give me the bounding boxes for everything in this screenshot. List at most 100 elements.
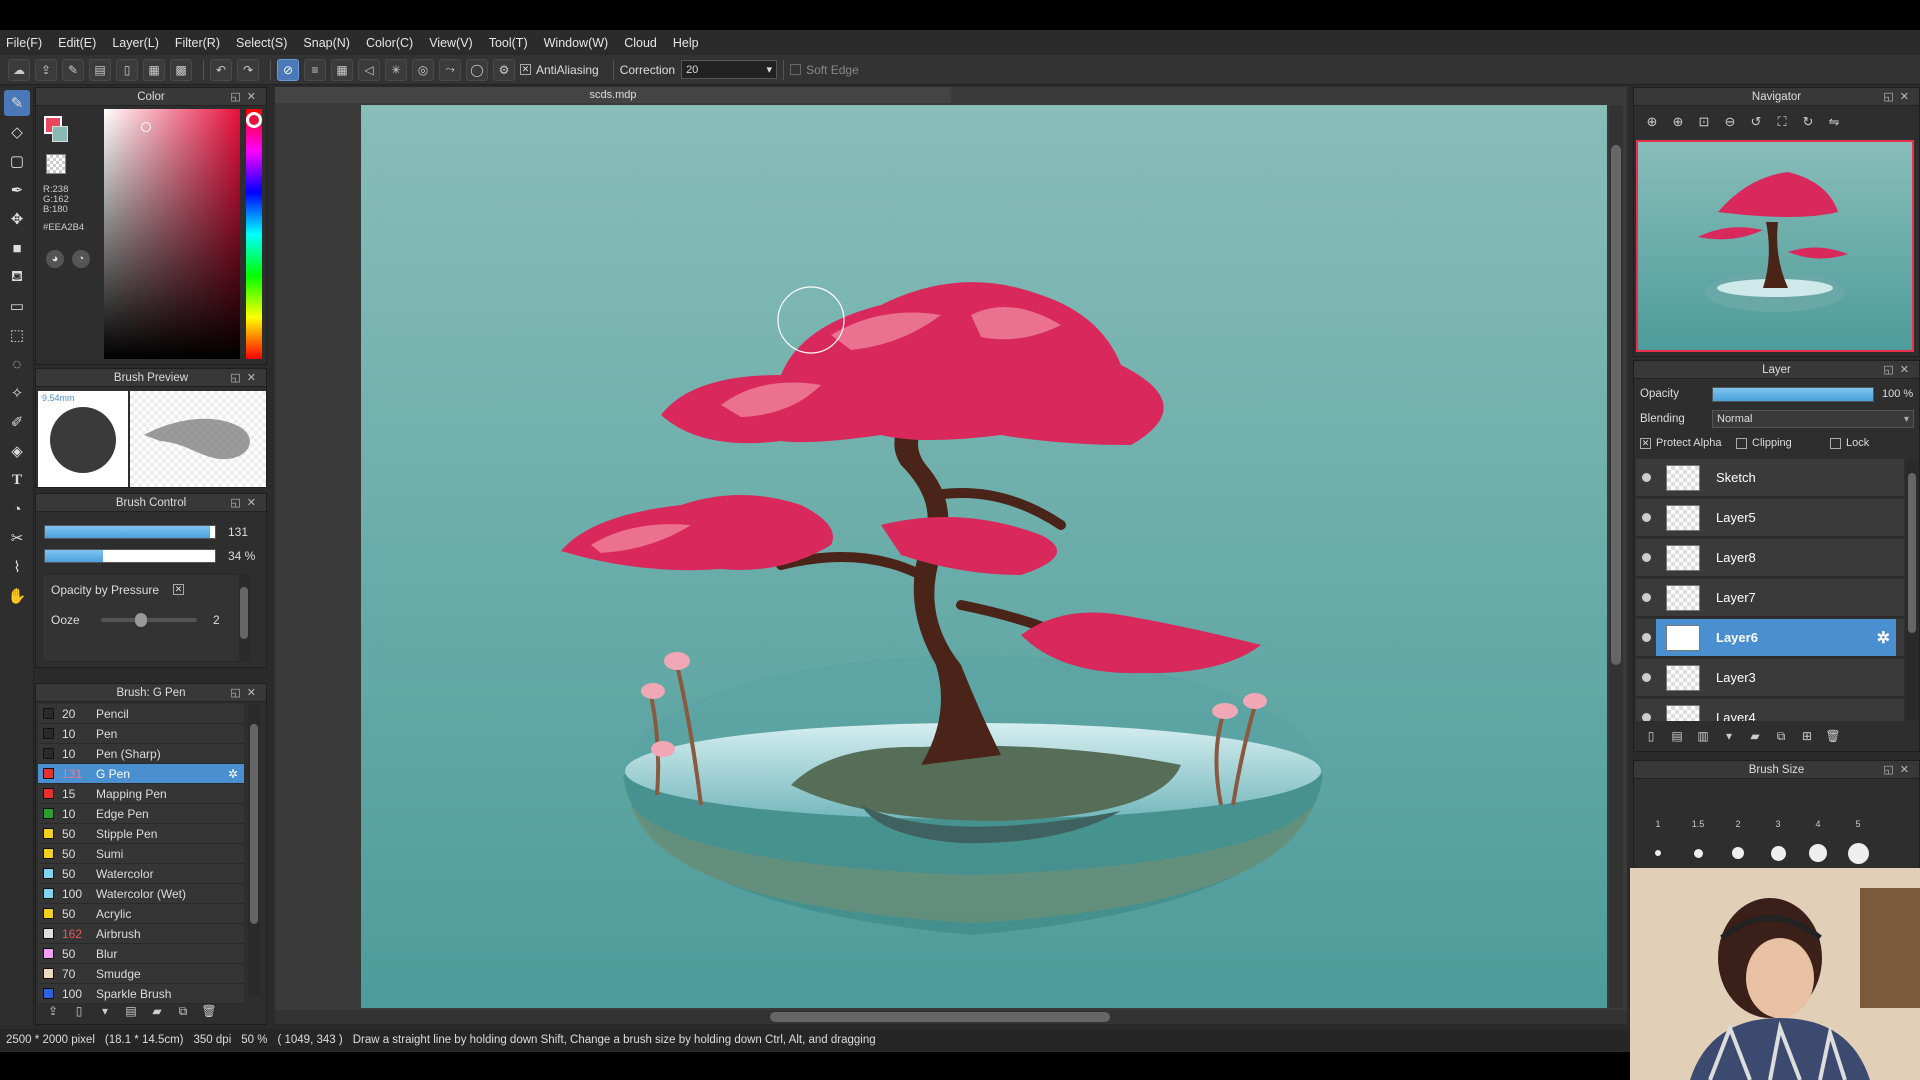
rotate-right-icon[interactable]: ↻ — [1798, 112, 1818, 132]
layer-row-selected[interactable]: Layer6 ✲ — [1636, 619, 1904, 657]
brush-list-scroll-thumb[interactable] — [250, 724, 258, 924]
menu-select[interactable]: Select(S) — [236, 36, 287, 50]
visibility-eye-icon[interactable] — [1642, 673, 1651, 682]
panel-controls[interactable]: ◱✕ — [230, 684, 262, 702]
panel-controls[interactable]: ◱✕ — [230, 369, 262, 387]
lock-checkbox[interactable]: Lock — [1830, 437, 1869, 449]
new-layer-icon[interactable]: ▯ — [1642, 727, 1660, 745]
canvas-horizontal-scrollbar[interactable] — [275, 1010, 1627, 1024]
layout-icon[interactable]: ▦ — [143, 58, 165, 81]
visibility-eye-icon[interactable] — [1642, 593, 1651, 602]
horizontal-scroll-thumb[interactable] — [770, 1012, 1110, 1022]
transparent-color-swatch[interactable] — [46, 154, 66, 174]
visibility-eye-icon[interactable] — [1642, 633, 1651, 642]
delete-layer-icon[interactable]: 🗑 — [1824, 727, 1842, 745]
lasso-tool-icon[interactable]: ◌ — [4, 351, 30, 377]
eraser-tool-icon[interactable]: ◇ — [4, 119, 30, 145]
layer-row[interactable]: Layer5 — [1636, 499, 1904, 537]
zoom-icon[interactable]: ⊕ — [1642, 112, 1662, 132]
pen-tool-icon[interactable]: ✒ — [4, 177, 30, 203]
brush-size-preset[interactable] — [1758, 841, 1798, 865]
snap-radial-icon[interactable]: ✳ — [385, 58, 407, 81]
brush-item[interactable]: 50 Stipple Pen — [38, 824, 244, 844]
brush-duplicate-icon[interactable]: ⧉ — [174, 1002, 192, 1020]
merge-layer-icon[interactable]: ⊞ — [1798, 727, 1816, 745]
blending-select[interactable]: Normal ▾ — [1712, 410, 1914, 428]
page-icon[interactable]: ▯ — [116, 58, 138, 81]
brush-list-scrollbar[interactable] — [248, 704, 260, 996]
correction-select[interactable]: 20 ▾ — [681, 60, 778, 79]
layer-row[interactable]: Layer7 — [1636, 579, 1904, 617]
snap-parallel-icon[interactable]: ≡ — [304, 58, 326, 81]
opacity-by-pressure-checkbox[interactable]: ✕ — [173, 584, 184, 595]
open-file-icon[interactable]: ⇪ — [35, 58, 57, 81]
snap-off-icon[interactable]: ⊘ — [277, 58, 299, 81]
brush-item[interactable]: 15 Mapping Pen — [38, 784, 244, 804]
brush-item[interactable]: 50 Watercolor — [38, 864, 244, 884]
divide-tool-icon[interactable]: ✂ — [4, 525, 30, 551]
brush-size-preset[interactable] — [1718, 841, 1758, 865]
snap-vanishing-icon[interactable]: ◁ — [358, 58, 380, 81]
panel-controls[interactable]: ◱✕ — [1883, 361, 1915, 379]
snap-grid-icon[interactable]: ▦ — [331, 58, 353, 81]
layer-row[interactable]: Layer8 — [1636, 539, 1904, 577]
brush-upload-icon[interactable]: ⇪ — [44, 1002, 62, 1020]
select-pen-tool-icon[interactable]: ✐ — [4, 409, 30, 435]
brush-folder-icon[interactable]: ▰ — [148, 1002, 166, 1020]
grid-layout-icon[interactable]: ▩ — [170, 58, 192, 81]
protect-alpha-checkbox[interactable]: ✕ Protect Alpha — [1640, 437, 1721, 449]
brush-size-slider[interactable] — [44, 525, 216, 539]
hue-slider[interactable] — [246, 109, 262, 359]
background-color-swatch[interactable] — [52, 126, 68, 142]
undo-icon[interactable]: ↶ — [210, 58, 232, 81]
duplicate-layer-icon[interactable]: ⧉ — [1772, 727, 1790, 745]
brush-item[interactable]: 70 Smudge — [38, 964, 244, 984]
saturation-value-picker[interactable] — [104, 109, 240, 359]
layer-list-scrollbar[interactable] — [1906, 459, 1918, 721]
menu-file[interactable]: File(F) — [6, 36, 42, 50]
brush-item[interactable]: 20 Pencil — [38, 704, 244, 724]
settings-scrollbar[interactable] — [239, 575, 249, 661]
antialiasing-checkbox[interactable]: ✕ AntiAliasing — [520, 63, 599, 77]
brush-item[interactable]: 10 Pen — [38, 724, 244, 744]
select-rect-tool-icon[interactable]: ▢ — [4, 148, 30, 174]
layer-scroll-thumb[interactable] — [1908, 473, 1916, 633]
settings-scroll-thumb[interactable] — [240, 587, 248, 639]
new-brush-icon[interactable]: ▯ — [70, 1002, 88, 1020]
document-tab[interactable]: scds.mdp — [275, 87, 951, 103]
panel-controls[interactable]: ◱✕ — [1883, 88, 1915, 106]
soft-edge-checkbox[interactable]: Soft Edge — [790, 63, 859, 77]
brush-settings-gear-icon[interactable]: ✲ — [228, 767, 238, 781]
rect-fill-tool-icon[interactable]: ■ — [4, 235, 30, 261]
fullscreen-icon[interactable]: ⛶ — [1772, 112, 1792, 132]
menu-help[interactable]: Help — [673, 36, 699, 50]
color-palette-icon[interactable]: ◕ — [46, 250, 64, 268]
brush-delete-icon[interactable]: 🗑 — [200, 1002, 218, 1020]
select-tool-icon[interactable]: ⬚ — [4, 322, 30, 348]
clipping-checkbox[interactable]: Clipping — [1736, 437, 1792, 449]
panel-controls[interactable]: ◱✕ — [230, 494, 262, 512]
brush-item[interactable]: 10 Edge Pen — [38, 804, 244, 824]
menu-edit[interactable]: Edit(E) — [58, 36, 96, 50]
menu-filter[interactable]: Filter(R) — [175, 36, 220, 50]
redo-icon[interactable]: ↷ — [237, 58, 259, 81]
ooze-slider[interactable] — [101, 613, 197, 627]
flip-icon[interactable]: ⇋ — [1824, 112, 1844, 132]
hand-tool-icon[interactable]: ✋ — [4, 583, 30, 609]
brush-item[interactable]: 100 Sparkle Brush — [38, 984, 244, 1004]
menu-snap[interactable]: Snap(N) — [303, 36, 350, 50]
zoom-out-icon[interactable]: ⊖ — [1720, 112, 1740, 132]
bucket-tool-icon[interactable]: ⛾ — [4, 264, 30, 290]
new-halftone-layer-icon[interactable]: ▤ — [1668, 727, 1686, 745]
navigator-thumbnail[interactable] — [1636, 140, 1914, 352]
balloon-tool-icon[interactable]: ◔ — [4, 496, 30, 522]
gradient-tool-icon[interactable]: ▭ — [4, 293, 30, 319]
magic-wand-tool-icon[interactable]: ✧ — [4, 380, 30, 406]
snap-curve-icon[interactable]: ⤳ — [439, 58, 461, 81]
brush-item[interactable]: 50 Blur — [38, 944, 244, 964]
brush-copy-icon[interactable]: ▤ — [122, 1002, 140, 1020]
ooze-handle[interactable] — [135, 613, 147, 627]
layer-row[interactable]: Layer4 — [1636, 699, 1904, 721]
menu-cloud[interactable]: Cloud — [624, 36, 657, 50]
vertical-scroll-thumb[interactable] — [1611, 145, 1621, 665]
